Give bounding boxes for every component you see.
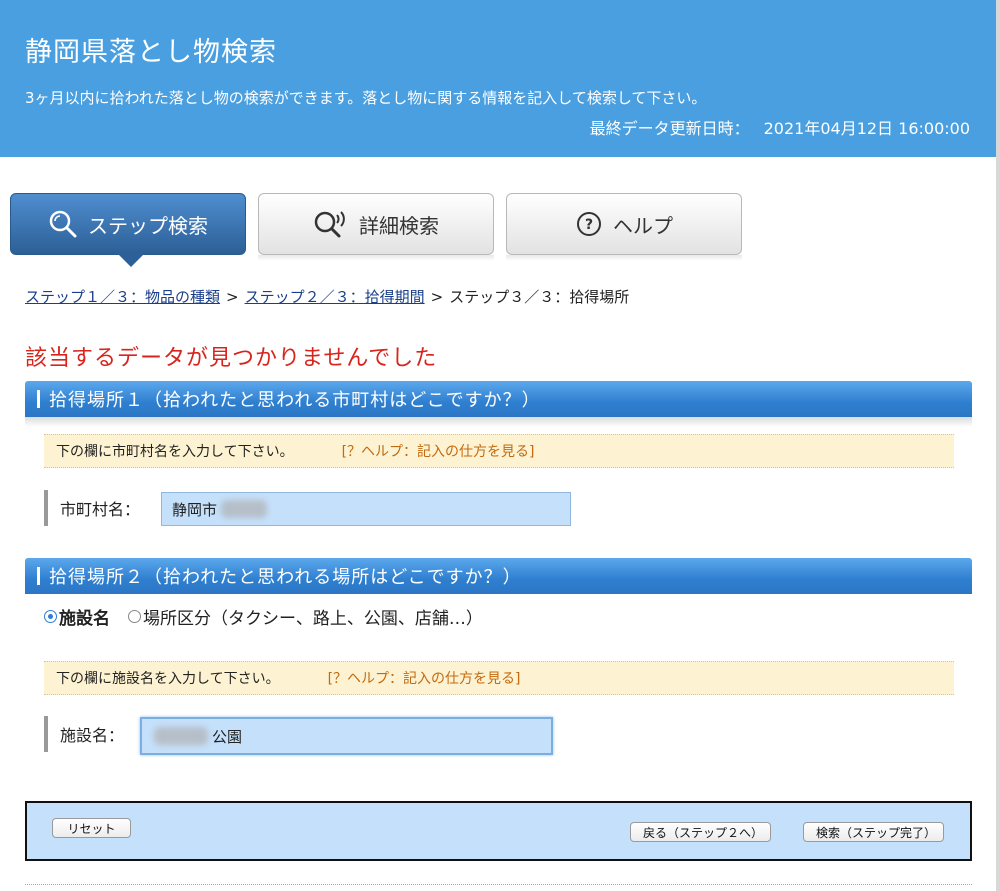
- tab-label: 詳細検索: [359, 213, 439, 238]
- breadcrumb-step1-link[interactable]: ステップ１／３：物品の種類: [25, 288, 220, 306]
- breadcrumb-current: ステップ３／３：拾得場所: [449, 288, 630, 306]
- facility-input[interactable]: 公園: [140, 717, 553, 755]
- breadcrumb-separator: >: [226, 288, 239, 306]
- page-subtitle: 3ヶ月以内に拾われた落とし物の検索ができます。落とし物に関する情報を記入して検索…: [25, 89, 707, 107]
- search-icon: [48, 209, 78, 239]
- redacted-text: [154, 727, 208, 745]
- radio-unselected-icon: [128, 610, 141, 623]
- svg-text:?: ?: [585, 217, 593, 233]
- help-link-city[interactable]: [？ヘルプ：記入の仕方を見る]: [342, 441, 535, 461]
- action-bar: リセット 戻る（ステップ２へ） 検索（ステップ完了）: [25, 801, 972, 861]
- tab-detail-search[interactable]: 詳細検索: [258, 193, 494, 255]
- hint-box-city: 下の欄に市町村名を入力して下さい。 [？ヘルプ：記入の仕方を見る]: [44, 434, 954, 468]
- hint-box-facility: 下の欄に施設名を入力して下さい。 [？ヘルプ：記入の仕方を見る]: [44, 661, 954, 695]
- city-input-value: 静岡市: [172, 500, 218, 519]
- section-shadow: [25, 417, 972, 427]
- page-title: 静岡県落とし物検索: [25, 37, 277, 68]
- hint-text: 下の欄に施設名を入力して下さい。: [56, 671, 280, 687]
- help-link-facility[interactable]: [？ヘルプ：記入の仕方を見る]: [328, 668, 521, 688]
- help-icon: ?: [575, 210, 603, 238]
- redacted-text: [221, 500, 268, 518]
- facility-input-value: 公園: [212, 727, 243, 746]
- hint-text: 下の欄に市町村名を入力して下さい。: [56, 444, 294, 460]
- section-heading-location1: 拾得場所１（拾われたと思われる市町村はどこですか？）: [25, 381, 972, 417]
- radio-location-category[interactable]: 場所区分（タクシー、路上、公園、店舗…）: [128, 604, 483, 629]
- last-updated: 最終データ更新日時： 2021年04月12日 16:00:00: [590, 115, 970, 139]
- radio-facility-name[interactable]: 施設名: [44, 604, 110, 629]
- tab-help[interactable]: ? ヘルプ: [506, 193, 742, 255]
- last-updated-label: 最終データ更新日時：: [589, 119, 750, 138]
- location-type-radios: 施設名 場所区分（タクシー、路上、公園、店舗…）: [44, 604, 483, 629]
- breadcrumb: ステップ１／３：物品の種類 > ステップ２／３：拾得期間 > ステップ３／３：拾得場所: [25, 286, 629, 307]
- footer-divider: [25, 884, 972, 885]
- tab-step-search[interactable]: ステップ検索: [10, 193, 246, 267]
- search-voice-icon: [313, 209, 349, 239]
- city-field-label: 市町村名：: [44, 490, 140, 526]
- reset-button[interactable]: リセット: [52, 818, 131, 838]
- tab-label: ステップ検索: [88, 213, 208, 238]
- city-input[interactable]: 静岡市: [161, 492, 571, 526]
- search-submit-button[interactable]: 検索（ステップ完了）: [803, 822, 944, 842]
- tab-label: ヘルプ: [613, 213, 673, 238]
- radio-selected-icon: [44, 610, 57, 623]
- last-updated-value: 2021年04月12日 16:00:00: [763, 119, 970, 138]
- back-button[interactable]: 戻る（ステップ２へ）: [630, 822, 771, 842]
- breadcrumb-separator: >: [430, 288, 444, 306]
- breadcrumb-step2-link[interactable]: ステップ２／３：拾得期間: [245, 288, 425, 306]
- section-heading-location2: 拾得場所２（拾われたと思われる場所はどこですか？）: [25, 558, 972, 594]
- error-message: 該当するデータが見つかりませんでした: [25, 346, 438, 371]
- site-header: 静岡県落とし物検索 3ヶ月以内に拾われた落とし物の検索ができます。落とし物に関す…: [0, 0, 996, 157]
- facility-field-label: 施設名：: [44, 716, 124, 752]
